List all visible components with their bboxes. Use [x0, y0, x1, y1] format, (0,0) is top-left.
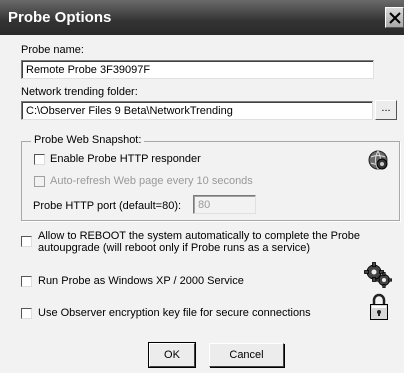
close-button[interactable]	[385, 7, 404, 28]
ok-button[interactable]: OK	[148, 342, 196, 368]
cancel-button-label: Cancel	[229, 349, 264, 361]
enable-http-label[interactable]: Enable Probe HTTP responder	[50, 153, 201, 165]
trending-folder-input[interactable]: C:\Observer Files 9 Beta\NetworkTrending	[21, 101, 373, 120]
http-port-input[interactable]: 80	[193, 195, 256, 214]
auto-refresh-label[interactable]: Auto-refresh Web page every 10 seconds	[50, 175, 253, 187]
ok-button-label: OK	[164, 349, 180, 361]
web-snapshot-group-title: Probe Web Snapshot:	[31, 134, 145, 146]
reboot-label-line1[interactable]: Allow to REBOOT the system automatically…	[38, 230, 360, 242]
probe-name-label: Probe name:	[21, 44, 84, 56]
close-icon	[389, 12, 401, 24]
reboot-label-line2[interactable]: autoupgrade (will reboot only if Probe r…	[38, 242, 310, 254]
window-title: Probe Options	[8, 9, 112, 26]
title-bar[interactable]: Probe Options	[0, 0, 404, 35]
trending-folder-label: Network trending folder:	[21, 86, 138, 98]
run-as-service-checkbox[interactable]	[21, 276, 32, 287]
gears-icon	[364, 262, 392, 288]
enable-http-checkbox[interactable]	[34, 154, 45, 165]
probe-options-dialog: Probe Options Probe name: Remote Probe 3…	[0, 0, 404, 373]
encryption-label[interactable]: Use Observer encryption key file for sec…	[38, 307, 311, 319]
probe-name-input[interactable]: Remote Probe 3F39097F	[21, 60, 374, 79]
http-port-label: Probe HTTP port (default=80):	[33, 200, 182, 212]
reboot-checkbox[interactable]	[21, 236, 32, 247]
encryption-checkbox[interactable]	[21, 308, 32, 319]
cancel-button[interactable]: Cancel	[209, 343, 284, 367]
browse-folder-button[interactable]: ...	[375, 100, 397, 120]
auto-refresh-checkbox[interactable]	[34, 176, 45, 187]
run-as-service-label[interactable]: Run Probe as Windows XP / 2000 Service	[38, 275, 244, 287]
padlock-icon	[370, 293, 388, 320]
globe-gear-icon	[368, 150, 388, 170]
